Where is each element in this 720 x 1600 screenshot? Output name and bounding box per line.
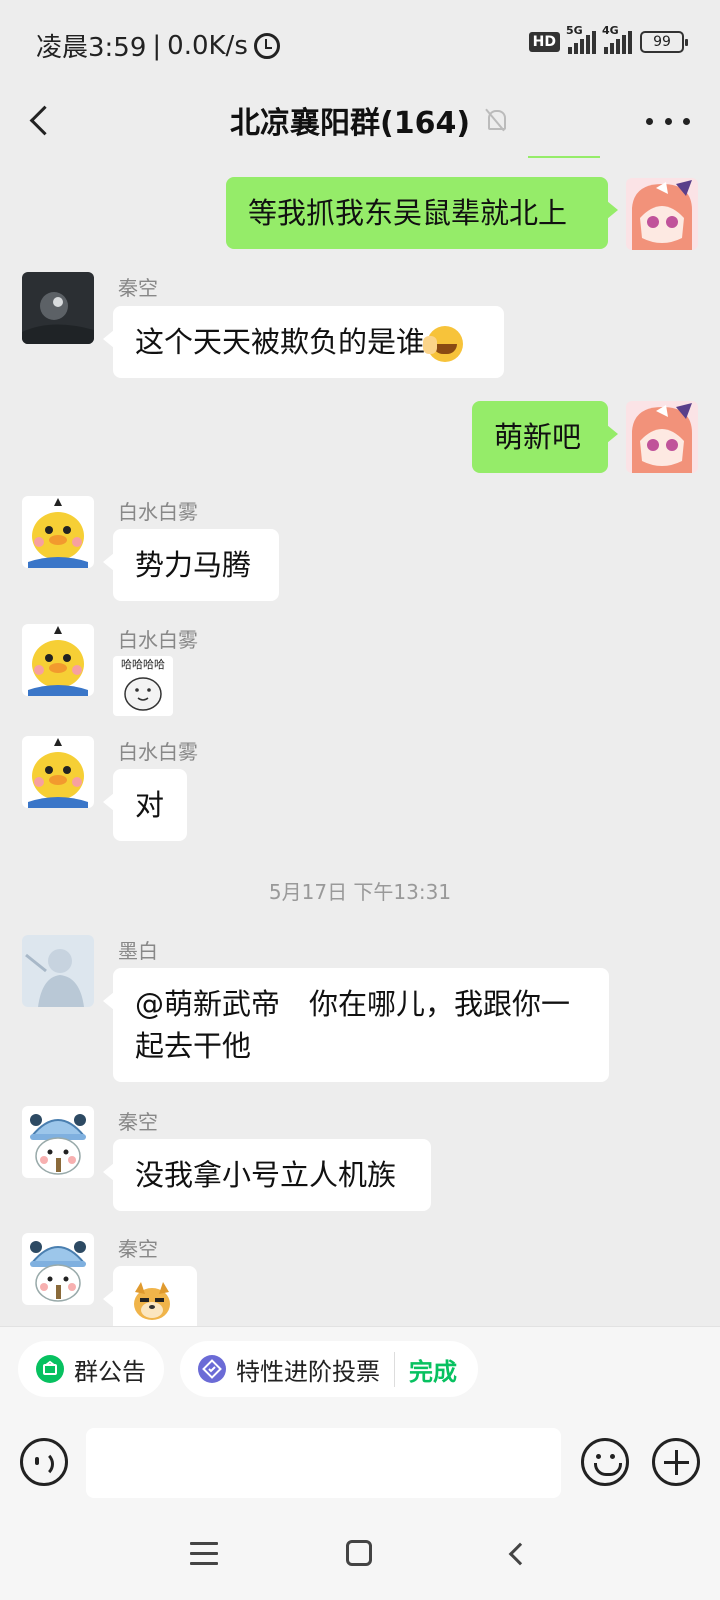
avatar[interactable]: [22, 736, 94, 808]
status-left: 凌晨3:59 | 0.0K/s: [36, 27, 280, 64]
message-bubble-in[interactable]: @萌新武帝 你在哪儿，我跟你一 起去干他: [103, 968, 609, 1082]
chat-title: 北凉襄阳群(164): [230, 106, 471, 141]
avatar[interactable]: [22, 496, 94, 568]
time-divider: 5月17日 下午13:31: [268, 880, 452, 904]
vote-icon: [198, 1355, 226, 1383]
sender-name: 秦空: [118, 1237, 158, 1261]
sticker-message[interactable]: 哈哈哈哈: [113, 656, 173, 716]
hd-icon: HD: [528, 32, 560, 52]
chat-title-group: 北凉襄阳群(164): [230, 98, 508, 142]
message-list[interactable]: 等我抓我东吴鼠辈就北上 秦空 这个天天被欺负的是谁 萌新吧 白水白雾 势力马腾 …: [0, 156, 720, 1326]
message-text-line: @萌新武帝 你在哪儿，我跟你一: [135, 987, 571, 1021]
sender-name: 秦空: [118, 276, 158, 300]
status-right: HD 5G 4G 99: [528, 24, 688, 54]
more-icon[interactable]: [646, 106, 690, 136]
message-text-line: 起去干他: [135, 1029, 252, 1063]
sender-name: 白水白雾: [118, 740, 198, 764]
signal-5g-label: 5G: [566, 24, 583, 37]
vote-label: 特性进阶投票: [236, 1357, 380, 1386]
avatar[interactable]: [22, 272, 94, 344]
message-bubble-in[interactable]: 势力马腾: [103, 529, 279, 601]
home-icon[interactable]: [346, 1540, 372, 1566]
input-bar: [0, 1416, 720, 1526]
message-text: 对: [135, 788, 165, 822]
signal-4g-icon: 4G: [602, 24, 632, 54]
plus-icon[interactable]: [652, 1438, 700, 1486]
message-bubble-in[interactable]: 没我拿小号立人机族: [103, 1139, 431, 1211]
message-text: 等我抓我东吴鼠辈就北上: [248, 196, 568, 230]
message-bubble-in[interactable]: [103, 1266, 197, 1326]
sender-name: 白水白雾: [118, 628, 198, 652]
message-text: 萌新吧: [494, 420, 582, 454]
message-bubble-out[interactable]: 等我抓我东吴鼠辈就北上: [226, 177, 618, 249]
alarm-icon: [253, 32, 280, 59]
vote-done-button[interactable]: 完成: [394, 1351, 457, 1387]
sender-name: 白水白雾: [118, 500, 198, 524]
emoji-icon[interactable]: [581, 1438, 629, 1486]
status-bar: 凌晨3:59 | 0.0K/s HD 5G 4G 99: [0, 0, 720, 88]
voice-icon[interactable]: [20, 1438, 68, 1486]
signal-5g-icon: 5G: [566, 24, 596, 54]
message-bubble-in[interactable]: 这个天天被欺负的是谁: [103, 306, 504, 378]
sender-name: 墨白: [118, 939, 158, 963]
group-announcement-chip[interactable]: 群公告: [18, 1341, 164, 1397]
mute-icon: [484, 108, 508, 132]
announcement-icon: [36, 1355, 64, 1383]
sender-name: 秦空: [118, 1110, 158, 1134]
face-palm-emoji-icon: [423, 326, 464, 362]
my-avatar[interactable]: [626, 178, 698, 250]
quick-action-bar: 群公告 特性进阶投票 完成: [0, 1326, 720, 1416]
doge-emoji-icon: [134, 1282, 170, 1320]
message-bubble-in[interactable]: 对: [103, 769, 187, 841]
status-net-speed: 0.0K/s: [167, 30, 248, 61]
menu-icon[interactable]: [190, 1542, 218, 1566]
avatar[interactable]: [22, 1106, 94, 1178]
status-separator: |: [152, 30, 162, 61]
status-time: 凌晨3:59: [36, 33, 147, 63]
avatar[interactable]: [22, 624, 94, 696]
my-avatar[interactable]: [626, 401, 698, 473]
system-back-icon[interactable]: [508, 1542, 532, 1566]
battery-icon: 99: [640, 31, 688, 53]
message-text: 没我拿小号立人机族: [135, 1158, 397, 1192]
message-input[interactable]: [86, 1428, 561, 1498]
system-navigation-bar: [0, 1526, 720, 1600]
previous-bubble-edge: [528, 156, 600, 158]
signal-4g-label: 4G: [602, 24, 619, 37]
vote-chip[interactable]: 特性进阶投票 完成: [180, 1341, 478, 1397]
message-text: 这个天天被欺负的是谁: [135, 325, 426, 359]
avatar[interactable]: [22, 935, 94, 1007]
group-announcement-label: 群公告: [74, 1357, 146, 1386]
avatar[interactable]: [22, 1233, 94, 1305]
chat-header: 北凉襄阳群(164): [0, 88, 720, 156]
back-icon[interactable]: [22, 96, 66, 144]
message-text: 势力马腾: [135, 548, 252, 582]
message-bubble-out[interactable]: 萌新吧: [472, 401, 618, 473]
